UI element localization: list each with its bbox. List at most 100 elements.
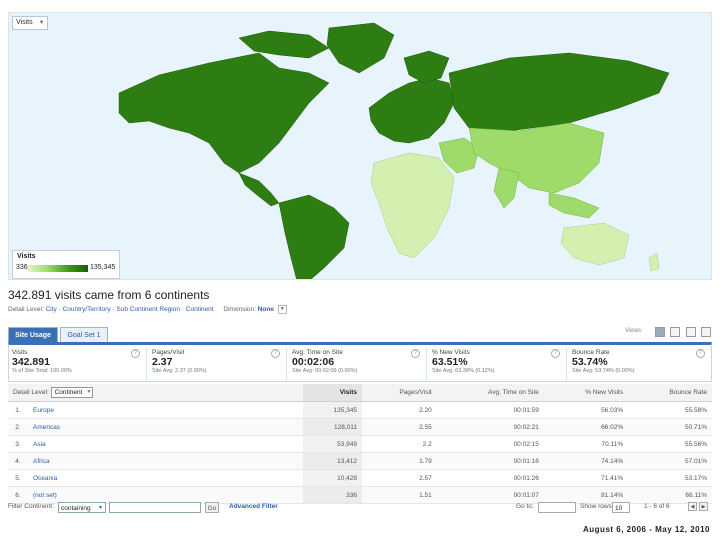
region-north-america	[118, 52, 330, 174]
column-header-visits[interactable]: Visits	[303, 384, 363, 402]
detail-level-breadcrumb: Detail Level: City · Country/Territory ·…	[8, 305, 287, 314]
row-cell: 128,011	[303, 418, 363, 436]
views-label: Views:	[625, 328, 643, 334]
row-cell: 55.56%	[628, 435, 712, 453]
row-cell: 53,949	[303, 435, 363, 453]
row-number: 5.	[8, 469, 28, 487]
region-southeast-asia	[548, 192, 600, 219]
scorecard-label: % New Visits	[432, 349, 470, 356]
region-new-zealand	[648, 252, 660, 272]
region-australia	[560, 222, 630, 266]
prev-page-icon[interactable]: ◀	[688, 502, 697, 511]
filter-mode-select[interactable]: containing ▼	[58, 502, 106, 513]
date-range: August 6, 2006 - May 12, 2010	[583, 525, 710, 534]
scorecard-avg-time: Avg. Time on Site 00:02:06 Site Avg: 00:…	[289, 347, 427, 381]
row-cell: 2.20	[362, 401, 437, 419]
row-dimension-link[interactable]: Americas	[28, 418, 303, 436]
row-cell: 71.41%	[543, 469, 629, 487]
map-view-icon[interactable]	[655, 327, 665, 337]
row-dimension-link[interactable]: Europe	[28, 401, 303, 419]
row-number: 2.	[8, 418, 28, 436]
help-icon[interactable]: ?	[131, 349, 140, 358]
column-header-avg-time[interactable]: Avg. Time on Site	[436, 384, 544, 402]
table-row: 2. Americas 128,011 2.55 00:02:21 66.02% 50.71…	[8, 418, 712, 436]
scorecard-bounce-rate: Bounce Rate 53.74% Site Avg: 53.74% (0.0…	[569, 347, 711, 381]
detail-level-path[interactable]: City · Country/Territory · Sub Continent…	[46, 306, 214, 313]
help-icon[interactable]: ?	[411, 349, 420, 358]
region-india	[493, 167, 520, 209]
region-asia	[468, 122, 605, 194]
table-view-icon[interactable]	[670, 327, 681, 337]
help-icon[interactable]: ?	[551, 349, 560, 358]
chevron-down-icon[interactable]: ▼	[277, 305, 287, 314]
scorecard-value: 00:02:06	[292, 356, 335, 368]
row-cell: 00:01:26	[436, 469, 544, 487]
goto-label: Go to:	[516, 503, 534, 510]
page-title: 342.891 visits came from 6 continents	[8, 288, 210, 302]
primary-dimension-select[interactable]: Continent ▼	[50, 387, 94, 398]
row-cell: 135,345	[303, 401, 363, 419]
chevron-down-icon: ▼	[98, 505, 103, 511]
legend-gradient	[28, 265, 88, 272]
row-cell: 50.71%	[628, 418, 712, 436]
filter-go-button[interactable]: Go	[205, 502, 219, 513]
scorecard: Visits 342.891 % of Site Total: 100.00% …	[8, 342, 712, 382]
row-cell: 00:02:21	[436, 418, 544, 436]
row-cell: 00:01:16	[436, 452, 544, 470]
chevron-down-icon: ▼	[38, 20, 45, 26]
region-canada-islands	[238, 30, 330, 59]
dimension-select[interactable]: None	[258, 306, 274, 313]
scorecard-value: 63.51%	[432, 356, 468, 368]
show-rows-label: Show rows:	[580, 503, 614, 510]
advanced-filter-link[interactable]: Advanced Filter	[229, 503, 278, 510]
row-number: 1.	[8, 401, 28, 419]
percentage-view-icon[interactable]	[685, 327, 696, 337]
row-dimension-link[interactable]: Africa	[28, 452, 303, 470]
row-dimension-link[interactable]: Oceania	[28, 469, 303, 487]
column-header-pages-visit[interactable]: Pages/Visit	[362, 384, 437, 402]
filter-input[interactable]	[109, 502, 201, 513]
region-north-asia	[448, 52, 670, 132]
goto-input[interactable]	[538, 502, 576, 513]
scorecard-pages-visit: Pages/Visit 2.37 Site Avg: 2.37 (0.00%) …	[149, 347, 287, 381]
primary-dimension-label: Detail Level:	[13, 389, 49, 396]
map-metric-select[interactable]: Visits ▼	[12, 16, 48, 30]
column-header-new-visits[interactable]: % New Visits	[543, 384, 629, 402]
tab-goal-set-1[interactable]: Goal Set 1	[60, 327, 108, 342]
filter-bar: Filter Continent: containing ▼ Go Advance…	[8, 500, 712, 516]
region-europe	[368, 77, 455, 144]
scorecard-sub: Site Avg: 00:02:06 (0.00%)	[292, 368, 358, 374]
scorecard-label: Visits	[12, 349, 28, 356]
row-cell: 74.14%	[543, 452, 629, 470]
row-cell: 66.02%	[543, 418, 629, 436]
row-cell: 2.2	[362, 435, 437, 453]
help-icon[interactable]: ?	[271, 349, 280, 358]
legend-title: Visits	[17, 253, 36, 260]
scorecard-value: 2.37	[152, 356, 173, 368]
row-cell: 00:01:59	[436, 401, 544, 419]
column-header-bounce-rate[interactable]: Bounce Rate	[628, 384, 712, 402]
row-cell: 53.17%	[628, 469, 712, 487]
next-page-icon[interactable]: ▶	[699, 502, 708, 511]
row-cell: 57.01%	[628, 452, 712, 470]
region-greenland	[326, 22, 395, 74]
world-map[interactable]	[9, 13, 712, 280]
map-overlay[interactable]: Visits ▼ Visits 336 135,345	[8, 12, 712, 280]
dimension-label: Dimension:	[223, 306, 256, 314]
scorecard-value: 342.891	[12, 356, 50, 368]
scorecard-value: 53.74%	[572, 356, 608, 368]
rows-select[interactable]: 10	[612, 502, 630, 513]
help-icon[interactable]: ?	[696, 349, 705, 358]
row-dimension-link[interactable]: Asia	[28, 435, 303, 453]
tab-site-usage[interactable]: Site Usage	[8, 327, 58, 342]
detail-level-label: Detail Level:	[8, 306, 44, 314]
table-row: 1. Europe 135,345 2.20 00:01:59 56.03% 55.58%	[8, 401, 712, 419]
row-cell: 2.55	[362, 418, 437, 436]
scorecard-visits: Visits 342.891 % of Site Total: 100.00% …	[9, 347, 147, 381]
performance-view-icon[interactable]	[701, 327, 712, 337]
row-cell: 2.57	[362, 469, 437, 487]
row-cell: 56.03%	[543, 401, 629, 419]
chevron-down-icon: ▼	[86, 389, 92, 395]
row-cell: 1.79	[362, 452, 437, 470]
row-cell: 55.58%	[628, 401, 712, 419]
